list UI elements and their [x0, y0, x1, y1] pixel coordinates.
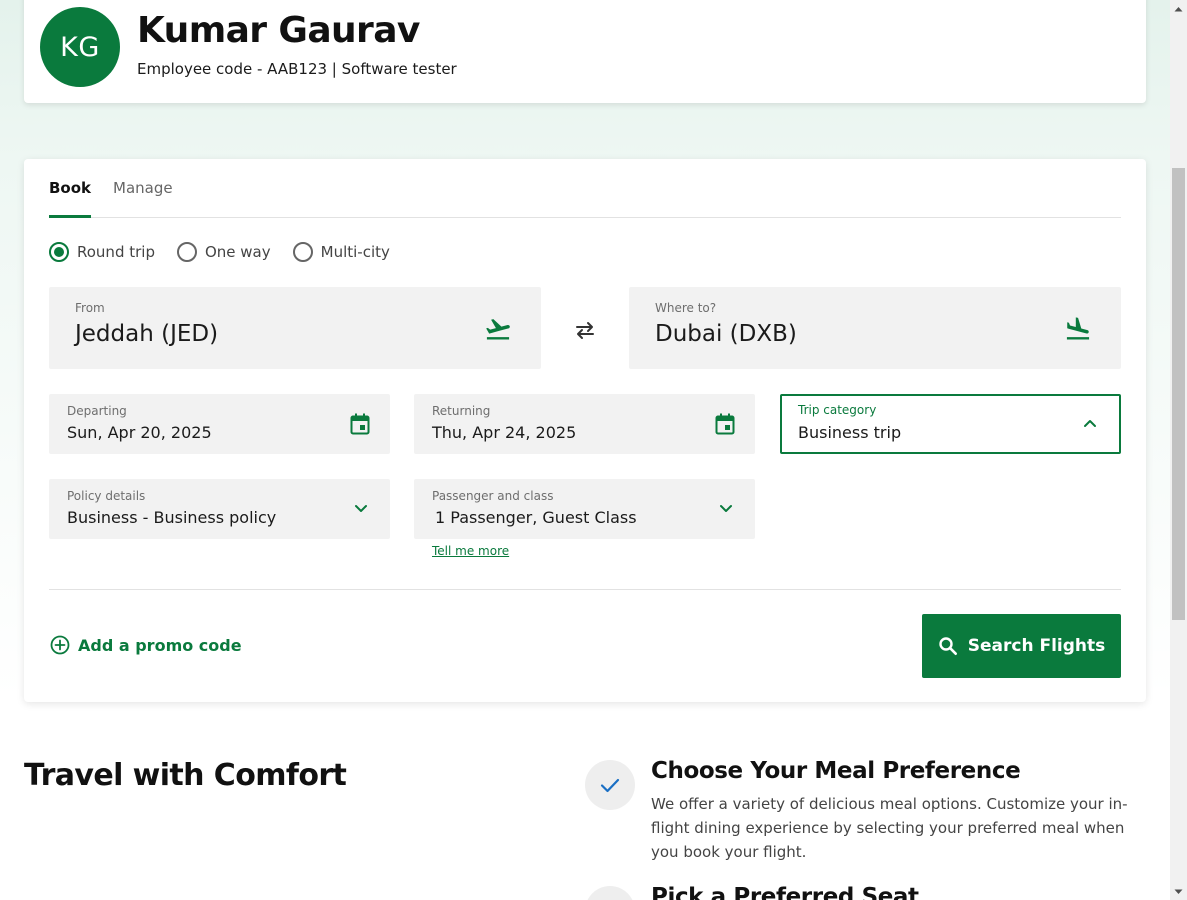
- scroll-down-arrow-icon[interactable]: [1170, 883, 1187, 900]
- to-label: Where to?: [655, 301, 717, 315]
- calendar-icon: [715, 413, 735, 435]
- trip-type-group: Round trip One way Multi-city: [49, 242, 390, 262]
- from-value: Jeddah (JED): [75, 321, 219, 347]
- search-icon: [939, 637, 957, 655]
- trip-category-select[interactable]: Trip category Business trip: [780, 394, 1121, 454]
- returning-value: Thu, Apr 24, 2025: [432, 423, 577, 442]
- check-icon: [585, 760, 635, 810]
- promo-label: Add a promo code: [78, 635, 242, 655]
- radio-checked-icon: [49, 242, 69, 262]
- radio-unchecked-icon: [292, 242, 313, 262]
- profile-name: Kumar Gaurav: [137, 10, 420, 51]
- radio-unchecked-icon: [176, 242, 197, 262]
- page: KG Kumar Gaurav Employee code - AAB123 |…: [0, 0, 1170, 900]
- feature-title: Choose Your Meal Preference: [651, 758, 1021, 784]
- returning-label: Returning: [432, 404, 491, 418]
- trip-category-value: Business trip: [798, 423, 902, 442]
- scroll-up-arrow-icon[interactable]: [1170, 0, 1187, 17]
- to-value: Dubai (DXB): [655, 321, 797, 347]
- search-flights-button[interactable]: Search Flights: [922, 614, 1121, 678]
- policy-details-select[interactable]: Policy details Business - Business polic…: [49, 479, 390, 539]
- radio-label: Round trip: [77, 243, 155, 261]
- scrollbar[interactable]: [1170, 0, 1187, 900]
- profile-card: KG Kumar Gaurav Employee code - AAB123 |…: [24, 0, 1146, 103]
- tab-book[interactable]: Book: [49, 179, 92, 218]
- passenger-class-select[interactable]: Passenger and class 1 Passenger, Guest C…: [414, 479, 755, 539]
- passenger-value: 1 Passenger, Guest Class: [435, 508, 637, 527]
- avatar: KG: [40, 7, 120, 87]
- profile-subtitle: Employee code - AAB123 | Software tester: [137, 60, 457, 78]
- departing-field[interactable]: Departing Sun, Apr 20, 2025: [49, 394, 390, 454]
- booking-card: Book Manage Round trip One way Multi-cit…: [24, 159, 1146, 702]
- calendar-icon: [350, 413, 370, 435]
- to-field[interactable]: Where to? Dubai (DXB): [629, 287, 1121, 369]
- booking-tabs: Book Manage: [49, 159, 1121, 218]
- trip-category-label: Trip category: [798, 403, 877, 417]
- chevron-up-icon: [1084, 420, 1096, 427]
- feature-title: Pick a Preferred Seat: [651, 884, 919, 900]
- tab-manage[interactable]: Manage: [113, 179, 173, 215]
- radio-label: One way: [204, 243, 271, 261]
- radio-label: Multi-city: [320, 243, 390, 261]
- departing-value: Sun, Apr 20, 2025: [67, 423, 212, 442]
- divider: [49, 589, 1121, 590]
- radio-one-way[interactable]: One way: [176, 242, 271, 262]
- comfort-section-title: Travel with Comfort: [24, 758, 347, 793]
- departing-label: Departing: [67, 404, 127, 418]
- radio-multi-city[interactable]: Multi-city: [292, 242, 390, 262]
- chevron-down-icon: [720, 505, 732, 512]
- plane-landing-icon: [1066, 317, 1090, 340]
- from-field[interactable]: From Jeddah (JED): [49, 287, 541, 369]
- radio-round-trip[interactable]: Round trip: [49, 242, 155, 262]
- tell-me-more-link[interactable]: Tell me more: [432, 544, 509, 558]
- policy-value: Business - Business policy: [67, 508, 277, 527]
- scrollbar-thumb[interactable]: [1172, 168, 1185, 620]
- feature-description: We offer a variety of delicious meal opt…: [651, 795, 1128, 861]
- returning-field[interactable]: Returning Thu, Apr 24, 2025: [414, 394, 755, 454]
- passenger-label: Passenger and class: [432, 489, 554, 503]
- search-label: Search Flights: [967, 636, 1106, 656]
- check-icon: [585, 886, 635, 900]
- add-promo-code-button[interactable]: Add a promo code: [50, 635, 242, 655]
- from-label: From: [75, 301, 105, 315]
- plane-takeoff-icon: [486, 319, 510, 340]
- swap-icon[interactable]: [573, 319, 597, 341]
- policy-label: Policy details: [67, 489, 146, 503]
- plus-circle-icon: [50, 635, 70, 655]
- chevron-down-icon: [355, 505, 367, 512]
